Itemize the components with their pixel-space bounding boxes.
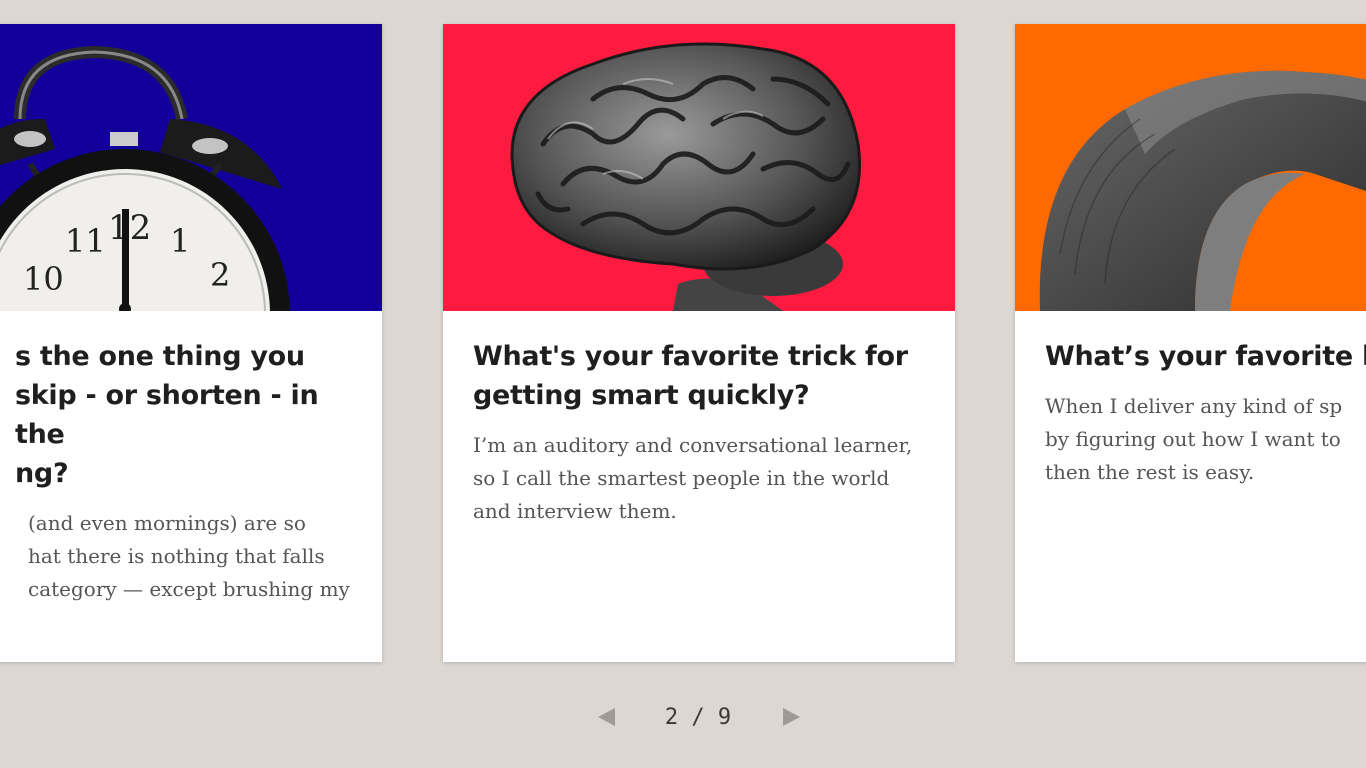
brain-icon [510, 42, 862, 311]
carousel-card-lifehack[interactable]: What’s your favorite lif When I deliver … [1015, 24, 1366, 662]
triangle-left-icon[interactable] [598, 708, 615, 726]
page-indicator: 2 / 9 [664, 705, 732, 730]
carousel-pager: 2 / 9 [595, 704, 805, 732]
alarm-clock-icon: 12 1 2 11 10 [0, 45, 290, 311]
carousel-card-morning[interactable]: 12 1 2 11 10 s the one thing you skip - … [0, 24, 382, 662]
card-title: s the one thing you skip - or shorten - … [15, 341, 319, 489]
card-excerpt: I’m an auditory and conversational learn… [473, 433, 913, 523]
card-image: 12 1 2 11 10 [0, 24, 382, 311]
tape-roll-icon [1039, 70, 1366, 311]
svg-text:10: 10 [23, 260, 64, 298]
svg-text:1: 1 [170, 222, 190, 260]
carousel-card-smart[interactable]: What's your favorite trick for getting s… [443, 24, 955, 662]
svg-text:11: 11 [65, 222, 106, 260]
card-title: What's your favorite trick for getting s… [473, 341, 908, 411]
card-title: What’s your favorite lif [1045, 341, 1366, 372]
carousel: 12 1 2 11 10 s the one thing you skip - … [0, 0, 1366, 768]
card-image [443, 24, 955, 311]
card-excerpt: When I deliver any kind of sp by figurin… [1045, 394, 1343, 484]
svg-text:2: 2 [210, 256, 230, 294]
triangle-right-icon[interactable] [783, 708, 800, 726]
svg-text:12: 12 [108, 208, 151, 248]
card-excerpt: (and even mornings) are so hat there is … [28, 511, 350, 601]
card-image [1015, 24, 1366, 311]
